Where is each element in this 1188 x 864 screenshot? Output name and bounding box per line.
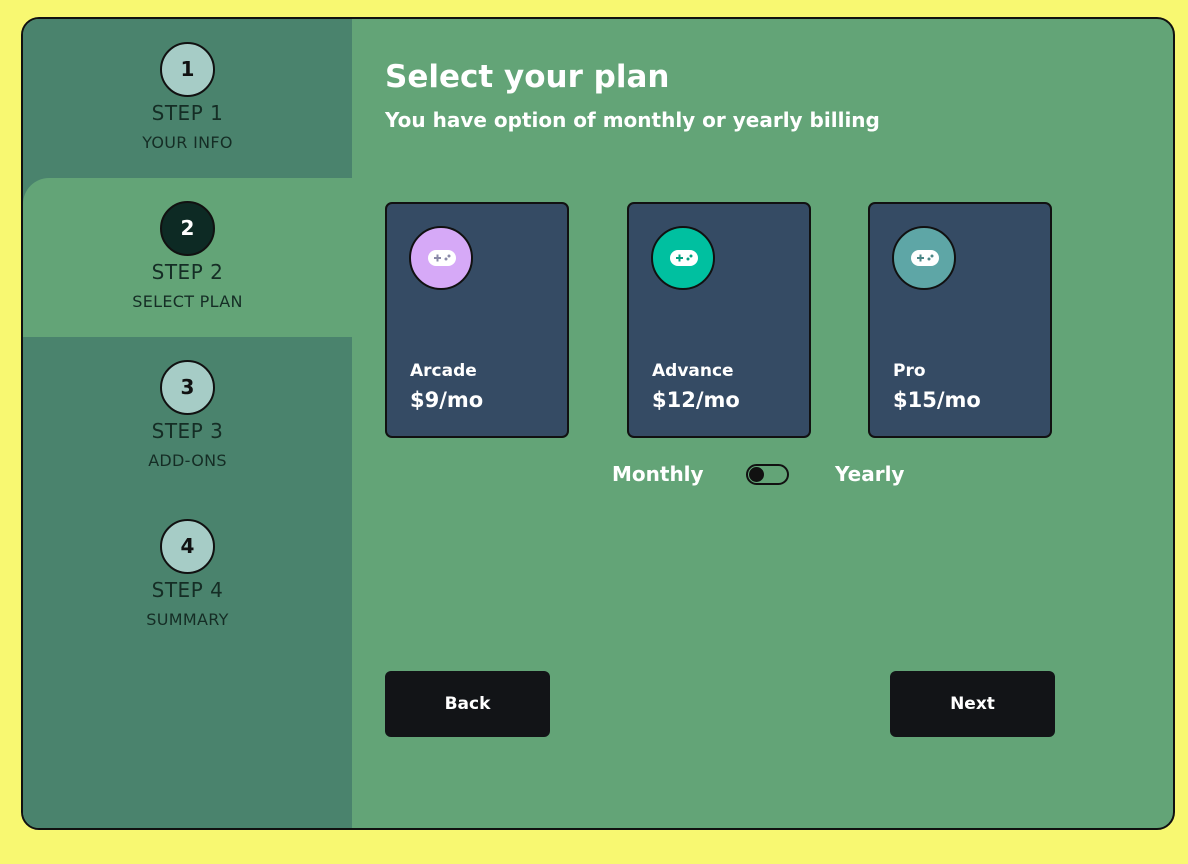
step-subtitle: YOUR INFO <box>142 133 233 152</box>
sidebar-step-summary[interactable]: 4 STEP 4 SUMMARY <box>23 496 352 655</box>
sidebar: 1 STEP 1 YOUR INFO 2 STEP 2 SELECT PLAN … <box>23 19 352 828</box>
toggle-knob <box>749 467 764 482</box>
plan-name: Advance <box>652 361 734 381</box>
plan-price: $12/mo <box>652 388 740 412</box>
billing-toggle[interactable] <box>746 464 789 485</box>
app-window: 1 STEP 1 YOUR INFO 2 STEP 2 SELECT PLAN … <box>21 17 1175 830</box>
sidebar-step-select-plan[interactable]: 2 STEP 2 SELECT PLAN <box>23 178 352 337</box>
sidebar-step-your-info[interactable]: 1 STEP 1 YOUR INFO <box>23 19 352 178</box>
step-title: STEP 4 <box>151 578 224 602</box>
plan-price: $15/mo <box>893 388 981 412</box>
gamepad-icon <box>892 226 956 290</box>
page-title: Select your plan <box>385 59 670 95</box>
billing-yearly-label[interactable]: Yearly <box>835 462 904 486</box>
plan-card-pro[interactable]: Pro $15/mo <box>868 202 1052 438</box>
step-number-badge: 4 <box>160 519 215 574</box>
step-subtitle: ADD-ONS <box>148 451 227 470</box>
page-subtitle: You have option of monthly or yearly bil… <box>385 108 880 132</box>
plan-price: $9/mo <box>410 388 484 412</box>
step-number-badge: 1 <box>160 42 215 97</box>
gamepad-icon <box>409 226 473 290</box>
step-title: STEP 2 <box>151 260 224 284</box>
back-button[interactable]: Back <box>385 671 550 737</box>
plan-card-arcade[interactable]: Arcade $9/mo <box>385 202 569 438</box>
sidebar-step-add-ons[interactable]: 3 STEP 3 ADD-ONS <box>23 337 352 496</box>
step-title: STEP 3 <box>151 419 224 443</box>
step-subtitle: SELECT PLAN <box>132 292 243 311</box>
gamepad-icon <box>651 226 715 290</box>
step-subtitle: SUMMARY <box>146 610 229 629</box>
next-button[interactable]: Next <box>890 671 1055 737</box>
plan-name: Arcade <box>410 361 477 381</box>
plan-card-advance[interactable]: Advance $12/mo <box>627 202 811 438</box>
step-number-badge: 2 <box>160 201 215 256</box>
billing-monthly-label[interactable]: Monthly <box>612 462 704 486</box>
step-title: STEP 1 <box>151 101 224 125</box>
step-number-badge: 3 <box>160 360 215 415</box>
plan-name: Pro <box>893 361 926 381</box>
